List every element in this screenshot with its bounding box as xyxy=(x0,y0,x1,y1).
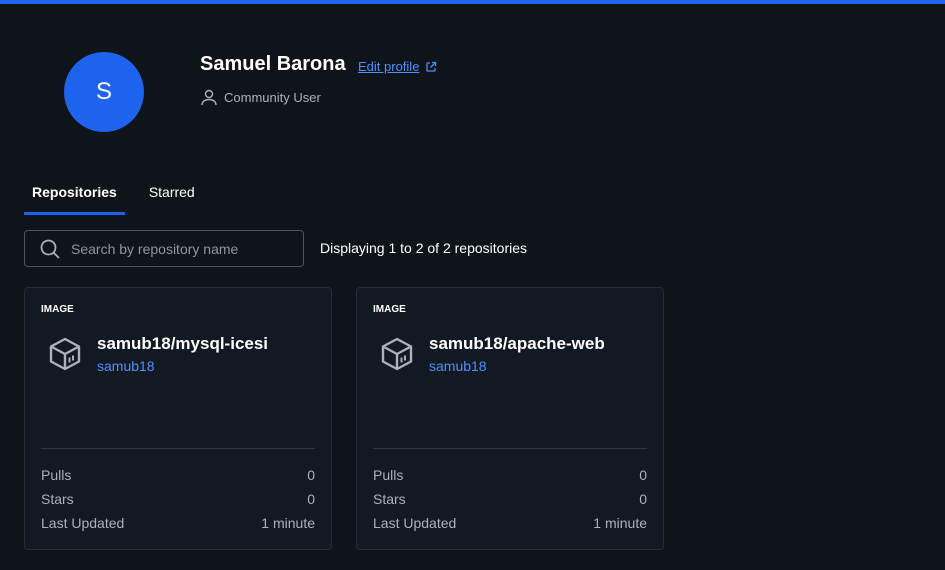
stat-pulls: Pulls 0 xyxy=(41,467,315,483)
repo-kind-badge: IMAGE xyxy=(373,304,406,315)
results-count: Displaying 1 to 2 of 2 repositories xyxy=(320,240,527,256)
stat-label: Last Updated xyxy=(373,515,457,531)
repo-card-mysql-icesi[interactable]: IMAGE samub18/mysql-icesi samub18 Pulls … xyxy=(24,287,332,550)
card-divider xyxy=(41,448,315,449)
edit-profile-label: Edit profile xyxy=(358,59,420,74)
repo-owner-link[interactable]: samub18 xyxy=(429,358,487,374)
repo-kind-badge: IMAGE xyxy=(41,304,74,315)
stat-stars: Stars 0 xyxy=(373,491,647,507)
stat-label: Stars xyxy=(41,491,74,507)
repo-name[interactable]: samub18/mysql-icesi xyxy=(97,334,268,354)
search-icon xyxy=(40,239,60,259)
profile-tabs: Repositories Starred xyxy=(24,180,219,215)
cube-icon xyxy=(381,337,413,371)
stat-label: Pulls xyxy=(41,467,72,483)
avatar: S xyxy=(64,52,144,132)
stat-label: Last Updated xyxy=(41,515,125,531)
top-accent-bar xyxy=(0,0,945,4)
repo-owner-link[interactable]: samub18 xyxy=(97,358,155,374)
user-icon xyxy=(201,89,217,106)
role-row: Community User xyxy=(200,88,321,106)
stat-stars: Stars 0 xyxy=(41,491,315,507)
tab-repositories[interactable]: Repositories xyxy=(24,180,125,215)
stat-value: 0 xyxy=(639,491,647,507)
edit-profile-link[interactable]: Edit profile xyxy=(358,59,437,74)
stat-value: 0 xyxy=(639,467,647,483)
stat-last-updated: Last Updated 1 minute xyxy=(373,515,647,531)
stat-label: Stars xyxy=(373,491,406,507)
stat-pulls: Pulls 0 xyxy=(373,467,647,483)
stat-value: 0 xyxy=(307,491,315,507)
external-link-icon xyxy=(426,61,437,72)
stat-value: 1 minute xyxy=(261,515,315,531)
repo-name[interactable]: samub18/apache-web xyxy=(429,334,605,354)
search-box[interactable] xyxy=(24,230,304,267)
stat-value: 0 xyxy=(307,467,315,483)
card-divider xyxy=(373,448,647,449)
stat-label: Pulls xyxy=(373,467,404,483)
profile-name: Samuel Barona xyxy=(200,53,346,75)
role-label: Community User xyxy=(224,89,321,105)
tab-starred[interactable]: Starred xyxy=(141,180,203,215)
cube-icon xyxy=(49,337,81,371)
repo-card-apache-web[interactable]: IMAGE samub18/apache-web samub18 Pulls 0… xyxy=(356,287,664,550)
stat-value: 1 minute xyxy=(593,515,647,531)
stat-last-updated: Last Updated 1 minute xyxy=(41,515,315,531)
search-input[interactable] xyxy=(71,240,291,257)
